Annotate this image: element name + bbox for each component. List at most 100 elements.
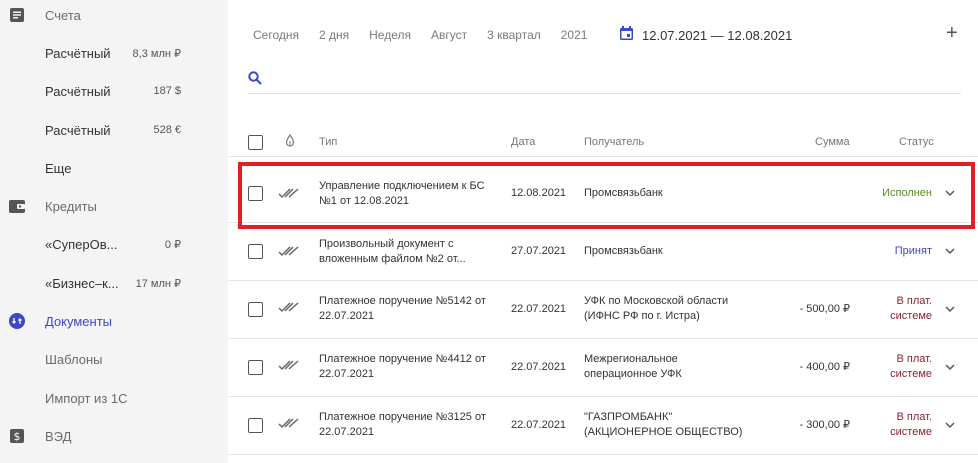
row-date: 22.07.2021 <box>511 361 567 373</box>
account-name: Расчётный <box>45 45 111 61</box>
double-check-icon <box>278 300 300 318</box>
column-date[interactable]: Дата <box>511 136 535 148</box>
date-range-text: 12.07.2021 — 12.08.2021 <box>642 28 793 43</box>
column-type[interactable]: Тип <box>319 136 337 148</box>
sidebar-credits-label: Кредиты <box>45 198 97 214</box>
credit-name: «Бизнес–к... <box>45 275 119 291</box>
row-date: 22.07.2021 <box>511 419 567 431</box>
credit-amount: 0 ₽ <box>164 238 181 251</box>
search-icon[interactable] <box>248 71 262 90</box>
search-input[interactable] <box>274 66 934 90</box>
sidebar-section-accounts[interactable]: Счета <box>0 0 228 34</box>
chevron-down-icon[interactable] <box>944 186 956 204</box>
documents-exchange-icon <box>9 313 25 329</box>
dollar-icon: $ <box>9 428 25 444</box>
document-list-icon <box>9 7 25 23</box>
row-status: Исполнен <box>882 187 932 199</box>
add-button[interactable]: + <box>946 22 958 44</box>
sidebar-ved-label: ВЭД <box>45 428 72 444</box>
account-name: Расчётный <box>45 83 111 99</box>
row-status: В плат. системе <box>890 295 932 322</box>
table-row[interactable]: Произвольный документ с вложенным файлом… <box>228 223 978 281</box>
filter-month[interactable]: Август <box>431 28 467 42</box>
filter-quarter[interactable]: 3 квартал <box>487 28 541 42</box>
sidebar-credit-item[interactable]: «СуперОв... 0 ₽ <box>0 225 228 263</box>
chevron-down-icon[interactable] <box>944 244 956 262</box>
double-check-icon <box>278 244 300 262</box>
table-row[interactable]: Платежное поручение №3125 от 22.07.2021 … <box>228 397 978 455</box>
more-label: Еще <box>45 160 72 176</box>
filter-2-days[interactable]: 2 дня <box>319 28 349 42</box>
row-checkbox[interactable] <box>248 418 263 433</box>
sidebar-account-item[interactable]: Расчётный 8,3 млн ₽ <box>0 34 228 72</box>
row-recipient: Промсвязьбанк <box>584 187 663 199</box>
row-type: Платежное поручение №3125 от 22.07.2021 <box>319 411 486 438</box>
account-amount: 187 $ <box>153 85 181 97</box>
date-range-picker[interactable]: 12.07.2021 — 12.08.2021 <box>620 26 792 45</box>
row-recipient: УФК по Московской области (ИФНС РФ по г.… <box>584 295 729 322</box>
sidebar-templates-item[interactable]: Шаблоны <box>0 340 228 378</box>
filter-year[interactable]: 2021 <box>561 28 588 42</box>
row-status: В плат. системе <box>890 353 932 380</box>
row-recipient: Межрегиональное операционное УФК <box>584 353 682 380</box>
table-row[interactable]: Платежное поручение №4412 от 22.07.2021 … <box>228 339 978 397</box>
sidebar-credit-item[interactable]: «Бизнес–к... 17 млн ₽ <box>0 264 228 302</box>
sidebar-accounts-label: Счета <box>45 7 81 23</box>
period-filters: Сегодня 2 дня Неделя Август 3 квартал 20… <box>253 27 607 43</box>
row-checkbox[interactable] <box>248 244 263 259</box>
account-name: Расчётный <box>45 122 111 138</box>
account-amount: 8,3 млн ₽ <box>132 47 181 60</box>
double-check-icon <box>278 358 300 376</box>
row-sum: - 300,00 ₽ <box>799 419 850 431</box>
wallet-icon <box>9 198 25 214</box>
row-date: 22.07.2021 <box>511 303 567 315</box>
row-checkbox[interactable] <box>248 302 263 317</box>
import-label: Импорт из 1С <box>45 390 128 406</box>
sidebar-section-ved[interactable]: $ ВЭД <box>0 417 228 455</box>
filter-today[interactable]: Сегодня <box>253 28 299 42</box>
filter-week[interactable]: Неделя <box>369 28 411 42</box>
sidebar-import-item[interactable]: Импорт из 1С <box>0 379 228 417</box>
sidebar-section-documents[interactable]: Документы <box>0 302 228 340</box>
chevron-down-icon[interactable] <box>944 360 956 378</box>
chevron-down-icon[interactable] <box>944 302 956 320</box>
sidebar: Счета Расчётный 8,3 млн ₽ Расчётный 187 … <box>0 0 228 463</box>
row-type: Произвольный документ с вложенным файлом… <box>319 238 466 265</box>
account-amount: 528 € <box>153 124 181 136</box>
double-check-icon <box>278 416 300 434</box>
sidebar-more-item[interactable]: Еще <box>0 149 228 187</box>
double-check-icon <box>278 186 300 204</box>
row-checkbox[interactable] <box>248 360 263 375</box>
row-checkbox[interactable] <box>248 186 263 201</box>
credit-amount: 17 млн ₽ <box>135 277 181 290</box>
row-recipient: Промсвязьбанк <box>584 245 663 257</box>
row-sum: - 500,00 ₽ <box>799 303 850 315</box>
row-type: Платежное поручение №5142 от 22.07.2021 <box>319 295 486 322</box>
table-header: Тип Дата Получатель Сумма Статус <box>228 127 978 157</box>
table-row[interactable]: Платежное поручение №5142 от 22.07.2021 … <box>228 281 978 339</box>
sidebar-documents-label: Документы <box>45 313 113 329</box>
row-recipient: "ГАЗПРОМБАНК" (АКЦИОНЕРНОЕ ОБЩЕСТВО) <box>584 411 743 438</box>
row-type: Платежное поручение №4412 от 22.07.2021 <box>319 353 486 380</box>
row-date: 27.07.2021 <box>511 245 567 257</box>
sidebar-account-item[interactable]: Расчётный 187 $ <box>0 72 228 110</box>
row-sum: - 400,00 ₽ <box>799 361 850 373</box>
credit-name: «СуперОв... <box>45 236 118 252</box>
table-row[interactable]: Управление подключением к БС №1 от 12.08… <box>228 165 978 223</box>
select-all-checkbox[interactable] <box>248 135 263 150</box>
signature-column-icon <box>285 133 295 153</box>
row-date: 12.08.2021 <box>511 187 567 199</box>
row-status: В плат. системе <box>890 411 932 438</box>
main-content: Сегодня 2 дня Неделя Август 3 квартал 20… <box>228 0 978 463</box>
column-sum[interactable]: Сумма <box>815 136 850 148</box>
chevron-down-icon[interactable] <box>944 418 956 436</box>
sidebar-section-credits[interactable]: Кредиты <box>0 187 228 225</box>
templates-label: Шаблоны <box>45 351 103 367</box>
column-recipient[interactable]: Получатель <box>584 136 644 148</box>
calendar-icon <box>620 26 633 45</box>
row-status: Принят <box>894 245 932 257</box>
column-status[interactable]: Статус <box>899 136 934 148</box>
search-bar <box>248 62 961 94</box>
svg-text:$: $ <box>14 430 21 443</box>
sidebar-account-item[interactable]: Расчётный 528 € <box>0 111 228 149</box>
